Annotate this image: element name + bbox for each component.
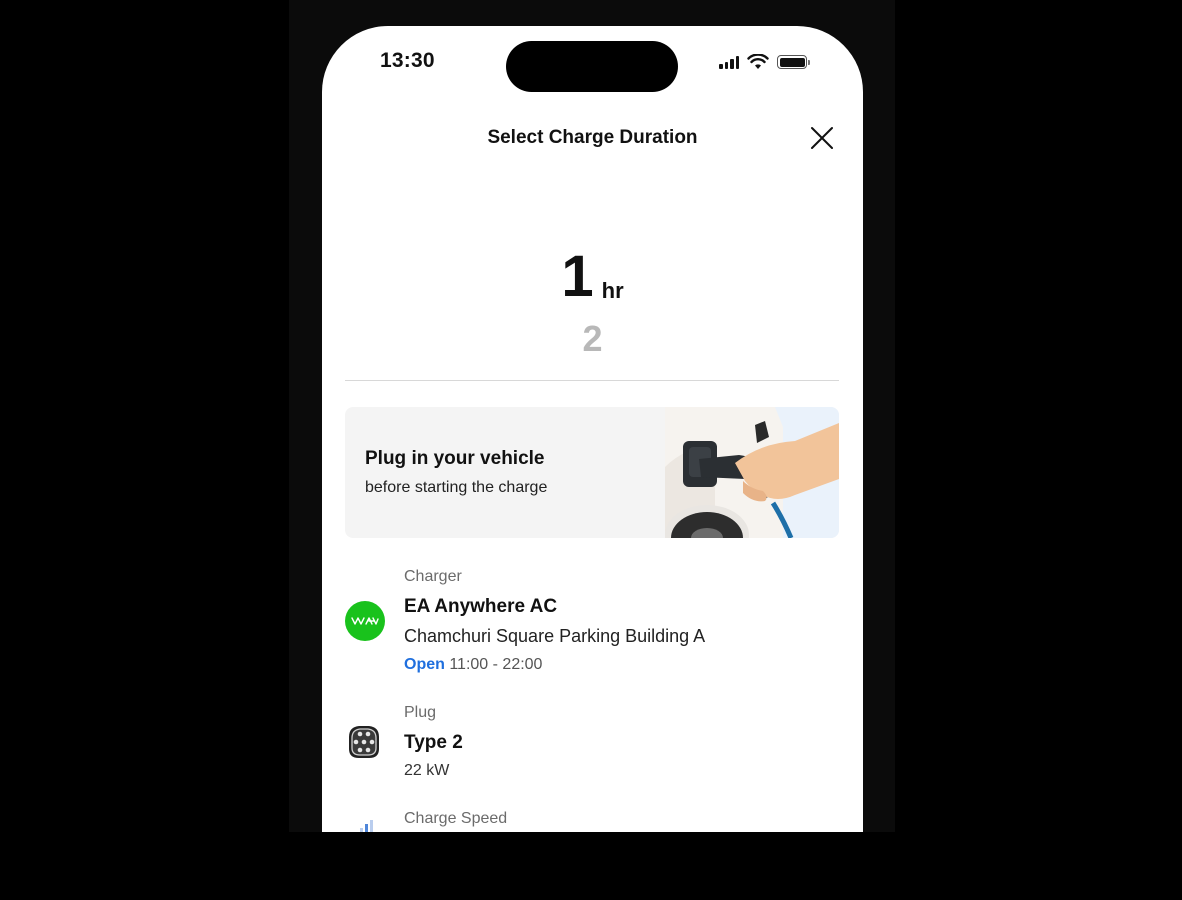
stage: 13:30 Select Charge Duration 1 hr 2 Plug… [0, 0, 1182, 900]
duration-picker-option[interactable]: 2 [322, 318, 863, 360]
opening-hours: 11:00 - 22:00 [449, 656, 543, 673]
charge-speed-label: Charge Speed [404, 810, 508, 827]
charger-label: Charger [404, 568, 462, 585]
duration-value: 1 [561, 244, 594, 309]
banner-subtitle: before starting the charge [365, 479, 548, 496]
page-title: Select Charge Duration [487, 127, 698, 148]
charger-hours-row: Open 11:00 - 22:00 [404, 656, 542, 674]
plug-in-banner: Plug in your vehicle before starting the… [345, 407, 839, 538]
plug-type: Type 2 [404, 732, 463, 753]
banner-title: Plug in your vehicle [365, 448, 545, 469]
plug-power: 22 kW [404, 762, 450, 779]
divider [345, 380, 839, 381]
close-icon [811, 127, 833, 149]
plug-label: Plug [404, 704, 437, 721]
cellular-signal-icon [719, 55, 739, 69]
open-status-badge: Open [404, 656, 445, 673]
duration-unit: hr [601, 278, 624, 303]
charger-location: Chamchuri Square Parking Building A [404, 626, 706, 646]
wifi-icon [747, 54, 769, 69]
charger-logo [345, 601, 385, 641]
ea-anywhere-logo-icon [351, 617, 379, 625]
charger-name: EA Anywhere AC [404, 596, 558, 617]
phone-screen: 13:30 Select Charge Duration 1 hr 2 Plug… [322, 26, 863, 832]
type2-plug-icon [349, 726, 379, 758]
status-time: 13:30 [380, 49, 435, 72]
battery-icon [777, 55, 810, 69]
status-icons [719, 54, 810, 70]
duration-picker-selected[interactable]: 1 hr [322, 248, 863, 306]
plug-in-illustration [665, 407, 839, 538]
dynamic-island [506, 41, 678, 92]
charge-speed-icon [360, 820, 373, 832]
close-button[interactable] [806, 122, 838, 154]
